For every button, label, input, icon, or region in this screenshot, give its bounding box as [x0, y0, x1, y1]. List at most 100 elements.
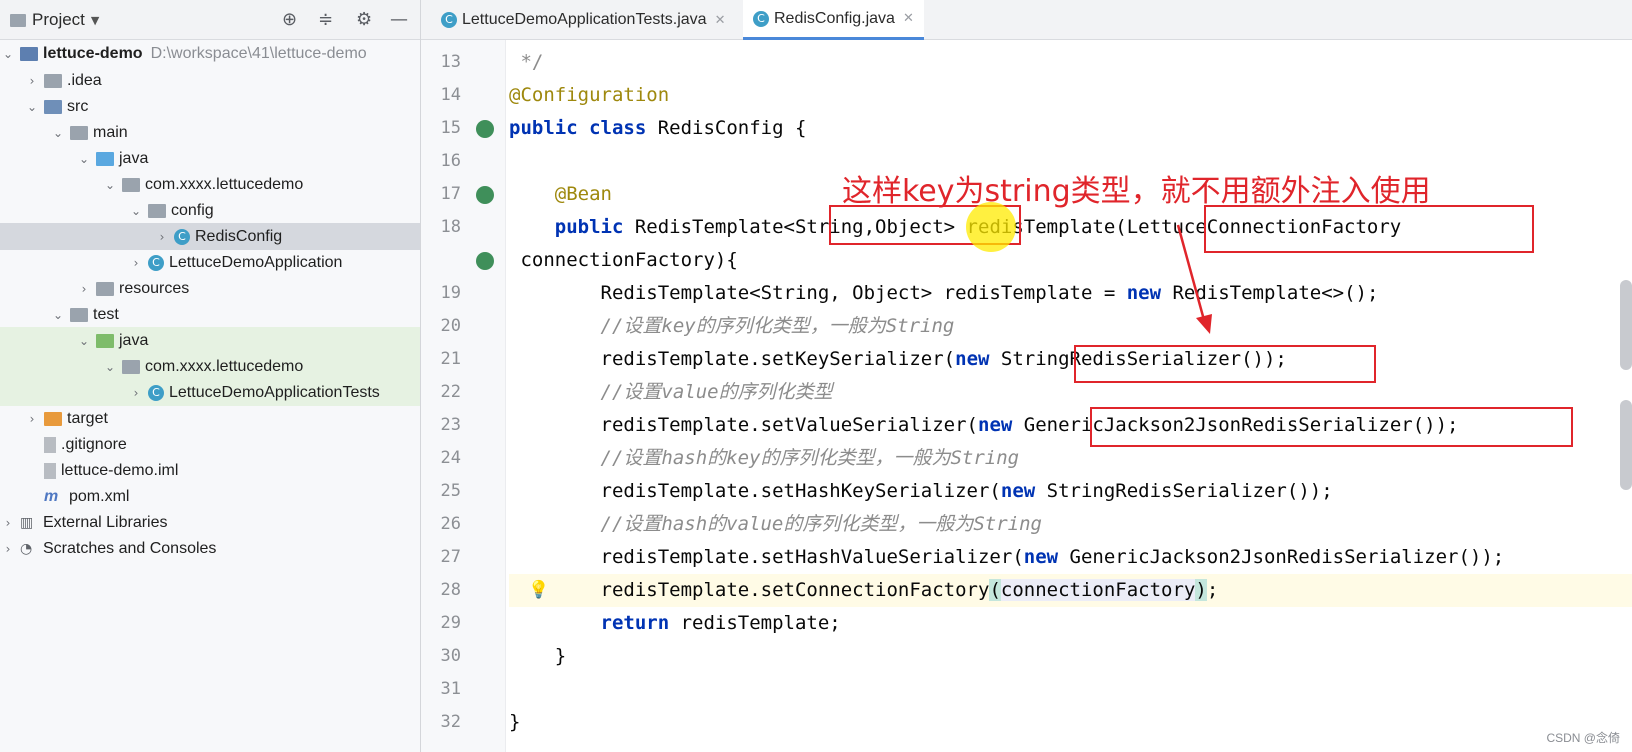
tree-item-main[interactable]: ⌄ main	[0, 119, 420, 146]
tree-item-label: com.xxxx.lettucedemo	[145, 175, 304, 193]
hide-panel-icon[interactable]: —	[390, 9, 408, 30]
code-line-13[interactable]: */	[509, 46, 543, 79]
code-line-19[interactable]: RedisTemplate<String, Object> redisTempl…	[509, 277, 1379, 310]
project-view-selector[interactable]: Project ▼	[10, 10, 99, 30]
tree-item-src[interactable]: ⌄ src	[0, 93, 420, 120]
tree-item-test-package[interactable]: ⌄ com.xxxx.lettucedemo	[0, 353, 420, 380]
tree-item-target[interactable]: › target	[0, 405, 420, 432]
tree-item-label: java	[119, 331, 149, 349]
line-number: 16	[440, 151, 461, 171]
tree-item-test-java[interactable]: ⌄ java	[0, 327, 420, 354]
folder-icon	[44, 411, 62, 426]
code-line-27[interactable]: redisTemplate.setHashValueSerializer(new…	[509, 541, 1505, 574]
tab-lettucedemoapplicationtests[interactable]: C LettuceDemoApplicationTests.java ✕	[431, 0, 735, 40]
tree-item-lettucedemoapplication[interactable]: › C LettuceDemoApplication	[0, 249, 420, 276]
spring-bean-icon[interactable]	[476, 186, 494, 204]
tab-label: LettuceDemoApplicationTests.java	[462, 11, 707, 28]
source-folder-icon	[96, 151, 114, 166]
code-line-18-wrap[interactable]: connectionFactory){	[509, 244, 737, 277]
project-icon	[10, 13, 26, 27]
tab-label: RedisConfig.java	[774, 9, 895, 27]
tree-item-label: main	[93, 123, 128, 141]
chevron-right-icon[interactable]: ›	[76, 282, 92, 296]
tree-item-external-libraries[interactable]: › ▥ External Libraries	[0, 509, 420, 536]
tree-item-idea[interactable]: › .idea	[0, 67, 420, 94]
line-number: 15	[440, 118, 461, 138]
chevron-right-icon[interactable]: ›	[128, 386, 144, 400]
chevron-right-icon[interactable]: ›	[0, 516, 16, 530]
tree-item-label: src	[67, 97, 89, 115]
code-line-22[interactable]: //设置value的序列化类型	[509, 376, 833, 409]
chevron-down-icon[interactable]: ⌄	[0, 47, 16, 61]
tree-item-package[interactable]: ⌄ com.xxxx.lettucedemo	[0, 171, 420, 198]
code-line-25[interactable]: redisTemplate.setHashKeySerializer(new S…	[509, 475, 1333, 508]
tree-item-scratches[interactable]: › ◔ Scratches and Consoles	[0, 535, 420, 562]
class-icon: C	[174, 228, 190, 245]
code-line-26[interactable]: //设置hash的value的序列化类型，一般为String	[509, 508, 1042, 541]
line-number	[421, 244, 461, 277]
spring-bean-icon[interactable]	[476, 120, 494, 138]
chevron-right-icon[interactable]: ›	[128, 256, 144, 270]
chevron-down-icon[interactable]: ⌄	[102, 360, 118, 374]
tree-item-label: com.xxxx.lettucedemo	[145, 357, 304, 375]
line-number: 18	[440, 217, 461, 237]
tree-item-label: LettuceDemoApplication	[169, 253, 343, 271]
line-number: 28	[440, 580, 461, 600]
tree-item-label: .idea	[67, 71, 102, 89]
lightbulb-icon[interactable]: 💡	[528, 580, 549, 600]
code-line-17[interactable]: @Bean	[509, 178, 612, 211]
code-line-28[interactable]: redisTemplate.setConnectionFactory(conne…	[509, 574, 1632, 607]
line-number: 19	[440, 283, 461, 303]
tree-item-iml[interactable]: lettuce-demo.iml	[0, 457, 420, 484]
collapse-all-icon[interactable]: ≑	[318, 9, 333, 30]
folder-icon	[44, 73, 62, 88]
tree-item-config[interactable]: ⌄ config	[0, 197, 420, 224]
code-line-32[interactable]: }	[509, 706, 520, 739]
chevron-down-icon[interactable]: ⌄	[24, 100, 40, 114]
folder-icon	[70, 307, 88, 322]
chevron-down-icon[interactable]: ⌄	[50, 308, 66, 322]
locate-icon[interactable]: ⊕	[282, 9, 297, 30]
tree-item-label: target	[67, 409, 108, 427]
tree-item-lettuce-demo[interactable]: ⌄ lettuce-demo D:\workspace\41\lettuce-d…	[0, 40, 420, 67]
code-line-20[interactable]: //设置key的序列化类型，一般为String	[509, 310, 955, 343]
class-icon: C	[753, 10, 769, 27]
close-icon[interactable]: ✕	[903, 11, 914, 26]
code-line-30[interactable]: }	[509, 640, 566, 673]
chevron-down-icon[interactable]: ⌄	[128, 204, 144, 218]
line-number: 27	[440, 547, 461, 567]
chevron-down-icon[interactable]: ⌄	[50, 126, 66, 140]
code-line-14[interactable]: @Configuration	[509, 79, 669, 112]
maven-icon: m	[44, 487, 59, 505]
tab-redisconfig[interactable]: C RedisConfig.java ✕	[743, 0, 924, 40]
spring-bean-icon[interactable]	[476, 252, 494, 270]
line-number: 26	[440, 514, 461, 534]
chevron-right-icon[interactable]: ›	[154, 230, 170, 244]
gear-icon[interactable]: ⚙	[356, 9, 372, 30]
scrollbar-thumb[interactable]	[1620, 400, 1632, 490]
chevron-right-icon[interactable]: ›	[0, 542, 16, 556]
cursor-highlight	[966, 202, 1016, 252]
line-number: 22	[440, 382, 461, 402]
tree-item-lettucedemoapplicationtests[interactable]: › C LettuceDemoApplicationTests	[0, 379, 420, 406]
tree-item-gitignore[interactable]: .gitignore	[0, 431, 420, 458]
code-editor: C LettuceDemoApplicationTests.java ✕ C R…	[421, 0, 1632, 752]
tree-item-redisconfig[interactable]: › C RedisConfig	[0, 223, 420, 250]
chevron-down-icon[interactable]: ⌄	[102, 178, 118, 192]
chevron-down-icon[interactable]: ⌄	[76, 152, 92, 166]
tree-item-java[interactable]: ⌄ java	[0, 145, 420, 172]
tree-item-test[interactable]: ⌄ test	[0, 301, 420, 328]
close-icon[interactable]: ✕	[715, 13, 726, 28]
scrollbar-thumb[interactable]	[1620, 280, 1632, 370]
chevron-down-icon[interactable]: ⌄	[76, 334, 92, 348]
tree-item-pom[interactable]: m pom.xml	[0, 483, 420, 510]
code-line-15[interactable]: public class RedisConfig {	[509, 112, 806, 145]
line-number: 29	[440, 613, 461, 633]
code-line-29[interactable]: return redisTemplate;	[509, 607, 841, 640]
tree-item-label: java	[119, 149, 149, 167]
tree-item-resources[interactable]: › resources	[0, 275, 420, 302]
code-line-24[interactable]: //设置hash的key的序列化类型，一般为String	[509, 442, 1020, 475]
line-number: 23	[440, 415, 461, 435]
chevron-right-icon[interactable]: ›	[24, 74, 40, 88]
chevron-right-icon[interactable]: ›	[24, 412, 40, 426]
